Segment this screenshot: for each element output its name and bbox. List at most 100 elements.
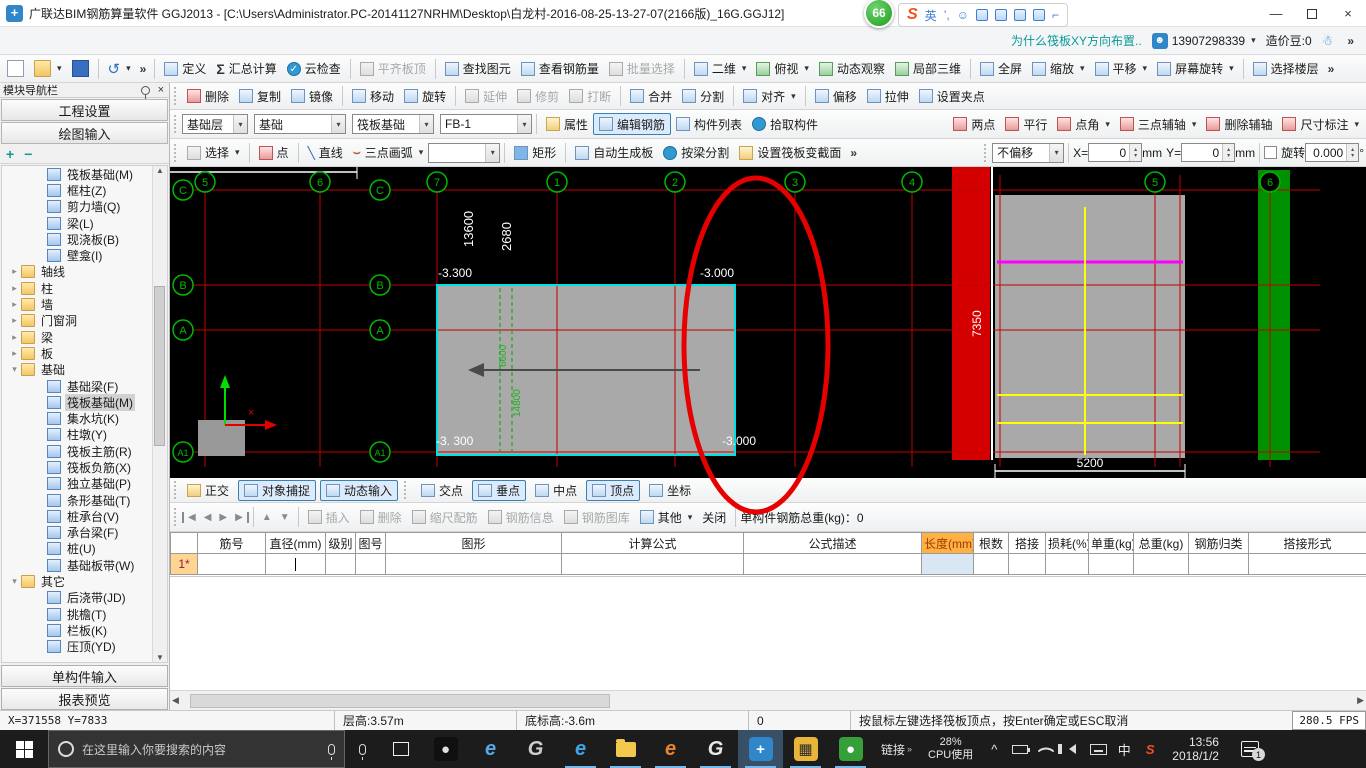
cell-长度(mm)[interactable] — [921, 553, 974, 575]
tree-item-梁[interactable]: ▸ 梁 — [2, 329, 152, 345]
undo-button[interactable]: ↺ ▾ — [103, 58, 136, 80]
tree-scroll-thumb[interactable] — [154, 286, 165, 446]
column-header-直径(mm)[interactable]: 直径(mm) — [265, 532, 326, 554]
tree-item-筏板负筋(X)[interactable]: 筏板负筋(X) — [2, 459, 152, 475]
dropdown-icon[interactable]: ▾ — [804, 63, 809, 74]
tree-item-基础板带(W)[interactable]: 基础板带(W) — [2, 557, 152, 573]
tree-item-条形基础(T)[interactable]: 条形基础(T) — [2, 492, 152, 508]
skin-icon[interactable] — [1032, 9, 1045, 21]
column-header-钢筋归类[interactable]: 钢筋归类 — [1188, 532, 1249, 554]
infobar-overflow-chevron[interactable]: » — [1343, 34, 1358, 48]
offset-mode-select[interactable]: 不偏移 ▾ — [992, 142, 1065, 163]
scroll-left-icon[interactable]: ◀ — [172, 695, 179, 706]
component-list-button[interactable]: 构件列表 — [671, 113, 747, 135]
properties-button[interactable]: 属性 — [541, 113, 593, 135]
view-button-动态观察[interactable]: 动态观察 — [814, 58, 890, 80]
edit-button-拉伸[interactable]: 拉伸 — [862, 85, 914, 107]
notification-bell-icon[interactable]: ☃ — [1322, 33, 1334, 49]
split-by-beam-button[interactable]: 按梁分割 — [658, 142, 734, 164]
emoji-icon[interactable]: ☺ — [957, 8, 969, 22]
view-button-平移[interactable]: 平移 ▾ — [1090, 58, 1153, 80]
sogou-logo-icon[interactable]: S — [907, 6, 918, 24]
column-header-根数[interactable]: 根数 — [973, 532, 1009, 554]
nav-prev-button[interactable]: ◀ — [200, 512, 216, 523]
tree-item-板[interactable]: ▸ 板 — [2, 345, 152, 361]
close-button[interactable]: × — [1330, 0, 1366, 27]
column-header-公式描述[interactable]: 公式描述 — [743, 532, 922, 554]
security-ball-badge[interactable]: 66 — [864, 0, 894, 28]
gray-slab-right[interactable] — [995, 195, 1185, 458]
move-up-button[interactable]: ▲ — [258, 512, 276, 523]
toolbar-grip[interactable] — [174, 508, 178, 526]
tree-item-柱[interactable]: ▸ 柱 — [2, 280, 152, 296]
cell-单重(kg)[interactable] — [1088, 553, 1134, 575]
nav-next-button[interactable]: ▶ — [215, 512, 231, 523]
x-offset-stepper[interactable]: 0 ▴ ▾ — [1088, 143, 1143, 162]
select-tool-button[interactable]: 选择 ▾ — [182, 142, 245, 164]
edit-button-旋转[interactable]: 旋转 — [399, 85, 451, 107]
maximize-button[interactable] — [1294, 0, 1330, 27]
y-spinner-arrows[interactable]: ▴ ▾ — [1222, 144, 1235, 161]
auto-generate-slab-button[interactable]: 自动生成板 — [570, 142, 658, 164]
snap-button-动态输入[interactable]: 动态输入 — [320, 479, 399, 501]
wrench-icon[interactable]: ⌐ — [1052, 8, 1059, 22]
dropdown-icon[interactable]: ▾ — [1143, 63, 1148, 74]
rebar-button-其他[interactable]: 其他 ▾ — [635, 506, 698, 528]
floor-select[interactable]: 基础层 ▾ — [182, 114, 248, 134]
column-header-搭接[interactable]: 搭接 — [1008, 532, 1046, 554]
collapse-icon[interactable]: ▾ — [8, 576, 21, 587]
arc-tool-button[interactable]: ⌣ 三点画弧 ▾ — [348, 142, 428, 164]
toolbar-button-云检查[interactable]: ✓ 云检查 — [282, 58, 346, 80]
horizontal-scrollbar[interactable]: ◀ ▶ — [170, 690, 1366, 710]
taskbar-app-edge-browser[interactable]: e — [558, 730, 603, 768]
view-button-缩放[interactable]: 缩放 ▾ — [1027, 58, 1090, 80]
edit-button-对齐[interactable]: 对齐 ▾ — [738, 85, 801, 107]
dropdown-icon[interactable]: ▾ — [688, 512, 693, 523]
edit-button-镜像[interactable]: 镜像 — [286, 85, 338, 107]
category-dropdown-icon[interactable]: ▾ — [331, 115, 345, 133]
dropdown-icon[interactable]: ▾ — [791, 91, 796, 102]
column-header-长度(mm)[interactable]: 长度(mm) — [921, 532, 974, 554]
axis-button-尺寸标注[interactable]: 尺寸标注 ▾ — [1277, 113, 1364, 135]
snap-button-垂点[interactable]: 垂点 — [472, 479, 527, 501]
component-name-select[interactable]: FB-1 ▾ — [440, 114, 532, 134]
category-select[interactable]: 基础 ▾ — [254, 114, 346, 134]
toolbar-grip[interactable] — [174, 87, 178, 105]
tree-item-筏板基础(M)[interactable]: 筏板基础(M) — [2, 393, 152, 411]
y-offset-stepper[interactable]: 0 ▴ ▾ — [1181, 143, 1236, 162]
tree-item-集水坑(K)[interactable]: 集水坑(K) — [2, 410, 152, 426]
dropdown-icon[interactable]: ▾ — [1105, 119, 1110, 130]
expand-icon[interactable]: ▸ — [8, 348, 21, 359]
rectangle-tool-button[interactable]: 矩形 — [509, 142, 561, 164]
tree-item-基础[interactable]: ▾ 基础 — [2, 362, 152, 378]
tree-item-独立基础(P)[interactable]: 独立基础(P) — [2, 476, 152, 492]
collapse-icon[interactable]: ▾ — [8, 364, 21, 375]
drawing-canvas[interactable]: × 5 6 7 1 2 3 4 5 6 C B A A1 C B A A1 13600 2680 7350 5200 -3.… — [170, 167, 1366, 478]
undo-dropdown-icon[interactable]: ▾ — [126, 63, 131, 74]
dropdown-icon[interactable]: ▾ — [1080, 63, 1085, 74]
taskbar-app-grey-g-app[interactable]: G — [513, 730, 558, 768]
avatar-icon[interactable] — [1013, 9, 1026, 21]
arc-dropdown-icon[interactable]: ▾ — [419, 147, 424, 158]
task-view-button[interactable] — [379, 730, 423, 768]
toolbar-overflow-chevron[interactable]: » — [136, 62, 151, 76]
rebar-button-钢筋图库[interactable]: 钢筋图库 — [559, 506, 635, 528]
tree-item-壁龛(I)[interactable]: 壁龛(I) — [2, 247, 152, 263]
dropdown-icon[interactable]: ▾ — [1229, 63, 1234, 74]
column-header-图形[interactable]: 图形 — [385, 532, 562, 554]
cell-图号[interactable] — [355, 553, 386, 575]
open-file-button[interactable]: ▾ — [29, 58, 67, 80]
user-dropdown-icon[interactable]: ▾ — [1251, 35, 1256, 46]
tree-item-挑檐(T)[interactable]: 挑檐(T) — [2, 606, 152, 622]
view-overflow-chevron[interactable]: » — [1324, 62, 1339, 76]
view-button-俯视[interactable]: 俯视 ▾ — [751, 58, 814, 80]
edit-rebar-button[interactable]: 编辑钢筋 — [593, 113, 672, 135]
snap-button-中点[interactable]: 中点 — [530, 480, 582, 501]
sogou-tray-icon[interactable]: S — [1137, 730, 1163, 768]
tree-item-梁(L)[interactable]: 梁(L) — [2, 215, 152, 231]
expand-icon[interactable]: ▸ — [8, 332, 21, 343]
report-preview-button[interactable]: 报表预览 — [1, 688, 168, 710]
y-offset-value[interactable]: 0 — [1182, 144, 1222, 161]
cell-搭接[interactable] — [1008, 553, 1046, 575]
toolbar-button-查找图元[interactable]: 查找图元 — [440, 58, 516, 80]
